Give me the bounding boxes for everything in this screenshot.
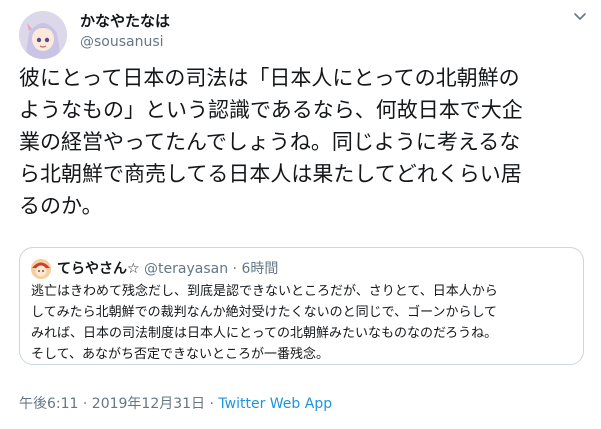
tweet-timestamp[interactable]: 午後6:11 · 2019年12月31日 · <box>19 396 218 412</box>
quoted-display-name[interactable]: てらやさん☆ <box>57 261 140 277</box>
tweet-menu-button[interactable] <box>572 8 588 24</box>
tweet-source-app[interactable]: Twitter Web App <box>218 396 332 412</box>
quoted-time[interactable]: 6時間 <box>241 261 278 277</box>
quoted-separator: · <box>232 261 237 277</box>
quoted-avatar-image-icon <box>31 259 51 279</box>
author-display-name[interactable]: かなやたなは <box>80 11 170 31</box>
quoted-avatar[interactable] <box>31 259 51 279</box>
quoted-handle[interactable]: @terayasan <box>144 261 228 277</box>
quoted-text: 逃亡はきわめて残念だし、到底是認できないところだが、さりとて、日本人から してみ… <box>31 284 498 362</box>
avatar-image-icon <box>19 11 67 59</box>
tweet-text: 彼にとって日本の司法は「日本人にとっての北朝鮮の ようなもの」という認識であるな… <box>19 66 523 218</box>
quoted-tweet[interactable]: てらやさん☆ @terayasan · 6時間 逃亡はきわめて残念だし、到底是認… <box>19 247 584 365</box>
quoted-header: てらやさん☆ @terayasan · 6時間 <box>57 258 278 280</box>
tweet-footer: 午後6:11 · 2019年12月31日 · Twitter Web App <box>19 394 332 414</box>
avatar[interactable] <box>19 11 67 59</box>
chevron-down-icon <box>574 13 586 20</box>
author-handle[interactable]: @sousanusi <box>80 32 164 52</box>
